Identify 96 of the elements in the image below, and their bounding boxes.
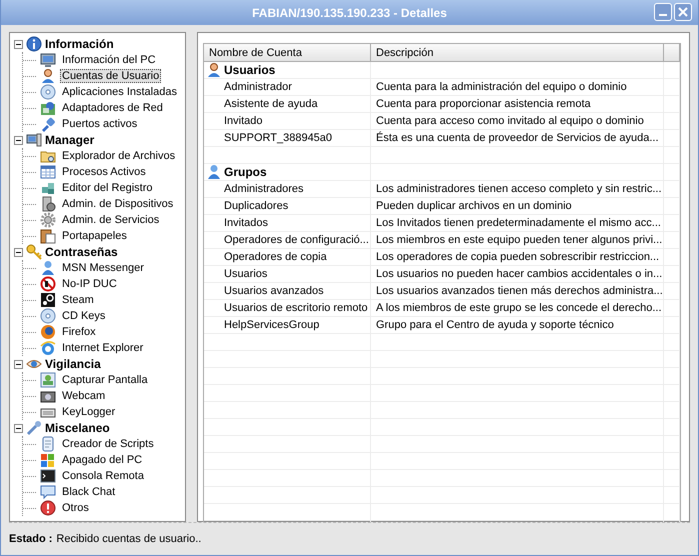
devices-icon — [40, 196, 56, 212]
table-cell: Usuarios avanzados — [204, 283, 371, 299]
clipboard-icon — [40, 228, 56, 244]
tree-item[interactable]: Internet Explorer — [60, 341, 146, 355]
gear-icon — [40, 212, 56, 228]
tree-item[interactable]: Puertos activos — [60, 117, 140, 131]
minimize-button[interactable] — [654, 3, 672, 21]
status-label: Estado : — [9, 533, 52, 545]
user-icon — [206, 62, 222, 78]
tree-item[interactable]: Webcam — [60, 389, 108, 403]
table-cell: Usuarios de escritorio remoto — [204, 300, 371, 316]
status-text: Recibido cuentas de usuario.. — [56, 533, 202, 545]
console-icon — [40, 468, 56, 484]
table-cell: Cuenta para la administración del equipo o dominio — [371, 79, 664, 95]
close-button[interactable] — [674, 3, 692, 21]
table-cell: Los usuarios no pueden hacer cambios accidentales o in... — [371, 266, 664, 282]
tree-item[interactable]: Procesos Activos — [60, 165, 148, 179]
tree-item[interactable]: Firefox — [60, 325, 98, 339]
tree-item[interactable]: Apagado del PC — [60, 453, 144, 467]
steam-icon — [40, 292, 56, 308]
table-cell: Los Invitados tienen predeterminadamente el mismo acc... — [371, 215, 664, 231]
section-header: Grupos — [224, 165, 267, 179]
tree-item[interactable]: Adaptadores de Red — [60, 101, 165, 115]
table-cell: Pueden duplicar archivos en un dominio — [371, 198, 664, 214]
collapse-icon[interactable] — [14, 40, 23, 48]
table-cell: Los operadores de copia pueden sobrescribir restriccion... — [371, 249, 664, 265]
person-icon — [40, 260, 56, 276]
table-cell: Los usuarios avanzados tienen más derechos administra... — [371, 283, 664, 299]
tree-item[interactable]: Otros — [60, 501, 91, 515]
table-cell: Invitados — [204, 215, 371, 231]
scroll-icon — [40, 436, 56, 452]
table-cell: Operadores de copia — [204, 249, 371, 265]
table-cell: SUPPORT_388945a0 — [204, 130, 371, 146]
tree-item[interactable]: No-IP DUC — [60, 277, 119, 291]
table-cell: Duplicadores — [204, 198, 371, 214]
table-cell: Cuenta para acceso como invitado al equipo o dominio — [371, 113, 664, 129]
tree-item[interactable]: Capturar Pantalla — [60, 373, 150, 387]
tree-item[interactable]: Consola Remota — [60, 469, 146, 483]
table-icon — [40, 164, 56, 180]
minimize-icon — [659, 14, 667, 16]
tree-item[interactable]: Creador de Scripts — [60, 437, 156, 451]
table-cell: Invitado — [204, 113, 371, 129]
table-cell: Los miembros en este equipo pueden tener algunos privi... — [371, 232, 664, 248]
table-cell: Grupo para el Centro de ayuda y soporte técnico — [371, 317, 664, 333]
picture-icon — [40, 372, 56, 388]
user-icon — [40, 68, 56, 84]
table-cell: Usuarios — [204, 266, 371, 282]
collapse-icon[interactable] — [14, 424, 23, 432]
table-cell: Los administradores tienen acceso completo y sin restric... — [371, 181, 664, 197]
tree-group[interactable]: Vigilancia — [45, 357, 101, 371]
tree-item[interactable]: KeyLogger — [60, 405, 118, 419]
info-icon — [26, 36, 42, 52]
table-cell: A los miembros de este grupo se les concede el derecho... — [371, 300, 664, 316]
flag-icon — [40, 452, 56, 468]
tree-item[interactable]: Black Chat — [60, 485, 118, 499]
tree-item[interactable]: Admin. de Servicios — [60, 213, 162, 227]
table-cell: Operadores de configuració... — [204, 232, 371, 248]
disc-icon — [40, 84, 56, 100]
table-cell: HelpServicesGroup — [204, 317, 371, 333]
chat-icon — [40, 484, 56, 500]
tree-item[interactable]: Portapapeles — [60, 229, 129, 243]
key-icon — [26, 244, 42, 260]
tree-item[interactable]: Explorador de Archivos — [60, 149, 178, 163]
prohibited-icon — [40, 276, 56, 292]
tree-item[interactable]: MSN Messenger — [60, 261, 146, 275]
tree-item[interactable]: Admin. de Dispositivos — [60, 197, 176, 211]
person-icon — [206, 164, 222, 180]
table-cell: Asistente de ayuda — [204, 96, 371, 112]
collapse-icon[interactable] — [14, 360, 23, 368]
cubes-icon — [40, 180, 56, 196]
monitor-icon — [40, 52, 56, 68]
tree-item[interactable]: Steam — [60, 293, 96, 307]
tree-item[interactable]: Aplicaciones Instaladas — [60, 85, 179, 99]
tree-item[interactable]: CD Keys — [60, 309, 108, 323]
section-header: Usuarios — [224, 63, 276, 77]
tree-item[interactable]: Editor del Registro — [60, 181, 154, 195]
table-cell: Administrador — [204, 79, 371, 95]
column-header[interactable]: Nombre de Cuenta — [204, 44, 371, 61]
disc-icon — [40, 308, 56, 324]
table-cell: Administradores — [204, 181, 371, 197]
tree-group[interactable]: Información — [45, 37, 114, 51]
collapse-icon[interactable] — [14, 136, 23, 144]
close-icon — [678, 7, 688, 17]
column-header[interactable]: Descripción — [371, 44, 664, 61]
collapse-icon[interactable] — [14, 248, 23, 256]
computer-icon — [26, 132, 42, 148]
tree-item[interactable]: Información del PC — [60, 53, 158, 67]
tree-group[interactable]: Miscelaneo — [45, 421, 110, 435]
tree-group[interactable]: Manager — [45, 133, 94, 147]
alert-icon — [40, 500, 56, 516]
window-title: FABIAN/190.135.190.233 - Detalles — [252, 6, 447, 20]
network-icon — [40, 100, 56, 116]
table-cell: Cuenta para proporcionar asistencia remota — [371, 96, 664, 112]
tree-item[interactable]: Cuentas de Usuario — [60, 69, 162, 83]
tree-group[interactable]: Contraseñas — [45, 245, 118, 259]
table-cell: Ésta es una cuenta de proveedor de Servicios de ayuda... — [371, 130, 664, 146]
